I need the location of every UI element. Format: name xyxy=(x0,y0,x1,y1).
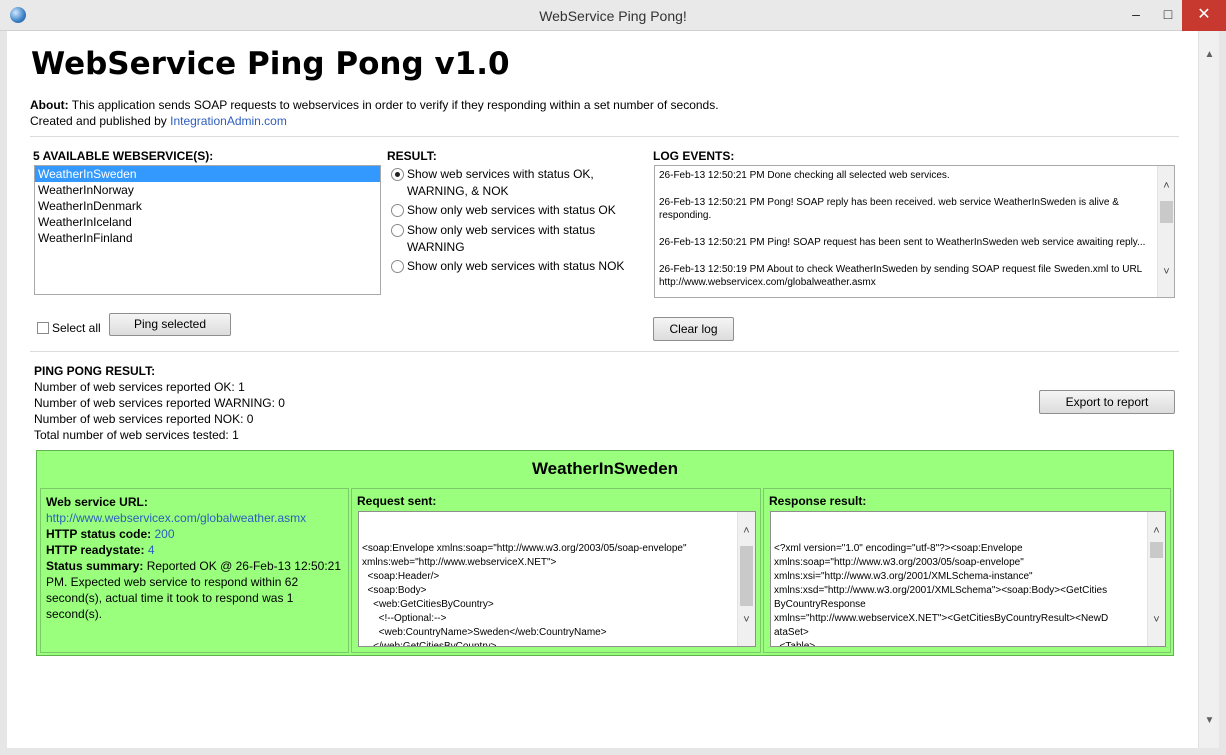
log-events-box[interactable]: 26-Feb-13 12:50:21 PM Done checking all … xyxy=(654,165,1175,298)
divider xyxy=(30,351,1179,352)
service-info: Web service URL: http://www.webservicex.… xyxy=(46,494,344,622)
response-label: Response result: xyxy=(769,494,867,508)
chevron-down-icon[interactable]: ˅ xyxy=(738,613,755,627)
radio-label: Show web services with status OK, WARNIN… xyxy=(407,167,594,198)
response-body: <?xml version="1.0" encoding="utf-8"?><s… xyxy=(774,543,1109,647)
divider xyxy=(30,136,1179,137)
title-bar: WebService Ping Pong! – □ ✕ xyxy=(0,0,1226,31)
chevron-down-icon[interactable]: ▼ xyxy=(1199,715,1220,733)
app-title: WebService Ping Pong v1.0 xyxy=(31,46,510,82)
ping-result-line: Number of web services reported NOK: 0 xyxy=(34,412,254,426)
chevron-up-icon[interactable]: ▲ xyxy=(1199,49,1220,67)
ping-result-label: PING PONG RESULT: xyxy=(34,364,156,378)
select-all-checkbox[interactable] xyxy=(37,322,49,334)
chevron-up-icon[interactable]: ˄ xyxy=(1158,180,1174,192)
request-scroll-thumb[interactable] xyxy=(740,546,753,606)
request-body: <soap:Envelope xmlns:soap="http://www.w3… xyxy=(362,543,687,647)
service-info-panel: Web service URL: http://www.webservicex.… xyxy=(40,488,349,653)
about-label: About: xyxy=(30,98,69,112)
webservice-list-item[interactable]: WeatherInFinland xyxy=(35,230,380,246)
created-text: Created and published by xyxy=(30,114,167,128)
response-body-box[interactable]: <?xml version="1.0" encoding="utf-8"?><s… xyxy=(770,511,1166,647)
export-report-button[interactable]: Export to report xyxy=(1039,390,1175,414)
created-line: Created and published by IntegrationAdmi… xyxy=(30,114,287,128)
chevron-up-icon[interactable]: ˄ xyxy=(738,524,755,538)
radio-label: Show only web services with status WARNI… xyxy=(407,223,596,254)
window-title: WebService Ping Pong! xyxy=(539,8,687,24)
log-entry: 26-Feb-13 12:50:21 PM Pong! SOAP reply h… xyxy=(659,197,1119,221)
radio-button[interactable] xyxy=(391,260,404,273)
clear-log-button[interactable]: Clear log xyxy=(653,317,734,341)
ping-selected-button[interactable]: Ping selected xyxy=(109,313,231,336)
about-line: About: This application sends SOAP reque… xyxy=(30,98,719,112)
service-detail-panel: WeatherInSweden Web service URL: http://… xyxy=(36,450,1174,656)
log-entry: 26-Feb-13 12:50:19 PM About to check Wea… xyxy=(659,264,1142,288)
chevron-up-icon[interactable]: ˄ xyxy=(1148,524,1165,538)
integrationadmin-link[interactable]: IntegrationAdmin.com xyxy=(170,114,287,128)
log-scrollbar[interactable]: ˄ ˅ xyxy=(1157,166,1174,297)
main-scrollbar[interactable]: ▲ ▼ xyxy=(1198,31,1219,748)
radio-button[interactable] xyxy=(391,224,404,237)
response-scroll-thumb[interactable] xyxy=(1150,542,1163,558)
readystate-label: HTTP readystate: xyxy=(46,543,145,557)
ping-result-line: Number of web services reported OK: 1 xyxy=(34,380,245,394)
response-scrollbar[interactable]: ˄ ˅ xyxy=(1147,512,1165,646)
log-label: LOG EVENTS: xyxy=(653,149,735,163)
service-name-heading: WeatherInSweden xyxy=(531,459,679,478)
select-all-row[interactable]: Select all xyxy=(37,321,101,335)
result-filter-option[interactable]: Show web services with status OK, WARNIN… xyxy=(391,166,649,200)
result-filter-option[interactable]: Show only web services with status NOK xyxy=(391,258,649,275)
chevron-down-icon[interactable]: ˅ xyxy=(1148,613,1165,627)
url-label: Web service URL: xyxy=(46,495,148,509)
webservice-list-item[interactable]: WeatherInDenmark xyxy=(35,198,380,214)
close-button[interactable]: ✕ xyxy=(1182,0,1226,31)
webservice-list[interactable]: WeatherInSweden WeatherInNorway WeatherInD… xyxy=(34,165,381,295)
minimize-button[interactable]: – xyxy=(1120,0,1152,31)
radio-label: Show only web services with status OK xyxy=(407,203,616,217)
about-text: This application sends SOAP requests to … xyxy=(71,98,719,112)
radio-label: Show only web services with status NOK xyxy=(407,259,625,273)
ping-result-line: Number of web services reported WARNING:… xyxy=(34,396,285,410)
select-all-label: Select all xyxy=(52,321,101,335)
service-url-link[interactable]: http://www.webservicex.com/globalweather… xyxy=(46,510,344,526)
response-panel: Response result: <?xml version="1.0" enc… xyxy=(763,488,1171,653)
readystate-value: 4 xyxy=(147,543,155,557)
log-entry: 26-Feb-13 12:50:21 PM Done checking all … xyxy=(659,170,950,181)
summary-label: Status summary: xyxy=(46,559,144,573)
request-body-box[interactable]: <soap:Envelope xmlns:soap="http://www.w3… xyxy=(358,511,756,647)
main-content: WebService Ping Pong v1.0 About: This ap… xyxy=(9,31,1198,748)
webservice-list-item[interactable]: WeatherInSweden xyxy=(35,166,380,182)
request-scrollbar[interactable]: ˄ ˅ xyxy=(737,512,755,646)
radio-button[interactable] xyxy=(391,168,404,181)
result-label: RESULT: xyxy=(387,149,437,163)
maximize-button[interactable]: □ xyxy=(1152,0,1184,31)
result-filter-option[interactable]: Show only web services with status WARNI… xyxy=(391,222,649,256)
request-panel: Request sent: <soap:Envelope xmlns:soap=… xyxy=(351,488,761,653)
status-code-value: 200 xyxy=(154,527,175,541)
services-label: 5 AVAILABLE WEBSERVICE(S): xyxy=(33,149,214,163)
log-scroll-thumb[interactable] xyxy=(1160,201,1173,223)
result-filter-option[interactable]: Show only web services with status OK xyxy=(391,202,649,219)
webservice-list-item[interactable]: WeatherInIceland xyxy=(35,214,380,230)
log-entry: 26-Feb-13 12:50:21 PM Ping! SOAP request… xyxy=(659,237,1146,248)
status-code-label: HTTP status code: xyxy=(46,527,152,541)
webservice-list-item[interactable]: WeatherInNorway xyxy=(35,182,380,198)
radio-button[interactable] xyxy=(391,204,404,217)
ping-result-line: Total number of web services tested: 1 xyxy=(34,428,239,442)
chevron-down-icon[interactable]: ˅ xyxy=(1158,266,1174,278)
request-label: Request sent: xyxy=(357,494,437,508)
